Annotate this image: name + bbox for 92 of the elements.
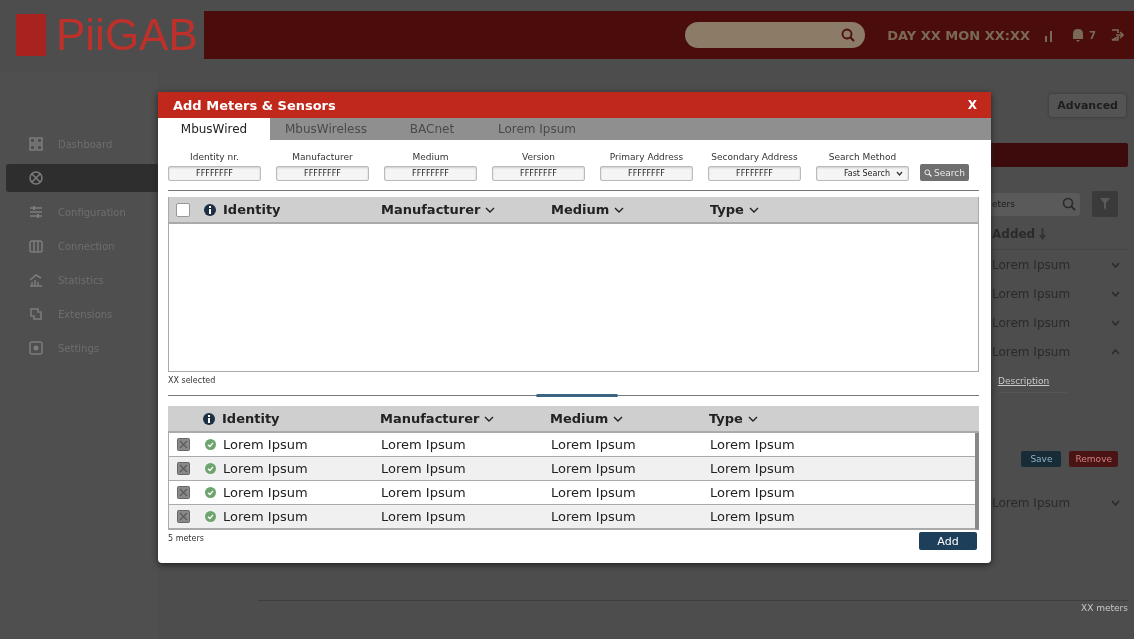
dropdown[interactable]: Fast Search (816, 166, 909, 181)
chevron-down-icon[interactable] (747, 415, 758, 422)
date-time: DAY XX MON XX:XX (887, 27, 1031, 43)
info-icon (203, 412, 215, 425)
chevron-down-icon[interactable] (614, 206, 625, 213)
column-header: Identity (223, 202, 281, 217)
table-cell-text: Lorem Ipsum (710, 461, 796, 476)
search-field[interactable] (685, 22, 866, 48)
field-label: Identity nr. (190, 152, 239, 162)
input-field[interactable]: FFFFFFFF (600, 166, 693, 181)
chevron-down-icon[interactable] (484, 415, 495, 422)
search-icon (841, 28, 856, 42)
logo-mark (16, 14, 46, 56)
funnel-icon (1100, 198, 1110, 210)
table-cell-text: Lorem Ipsum (551, 509, 637, 524)
search-button[interactable]: Search (920, 164, 969, 181)
remove-button[interactable]: Remove (1069, 451, 1118, 467)
field-label: Primary Address (609, 152, 684, 162)
dropdown-value: Fast Search (843, 169, 890, 178)
tab[interactable]: BACnet (382, 118, 482, 140)
logout-icon[interactable] (1110, 28, 1124, 42)
tab[interactable]: MbusWired (158, 118, 270, 140)
checked-box-icon[interactable] (176, 438, 190, 451)
chevron-down-icon[interactable] (485, 206, 496, 213)
input-field[interactable]: FFFFFFFF (168, 166, 261, 181)
column-header[interactable]: Medium (550, 411, 609, 426)
check-circle-icon (204, 511, 216, 522)
logo-text: PiiGAB (56, 13, 198, 57)
table-cell-text: Lorem Ipsum (710, 485, 796, 500)
table-cell-text: Lorem Ipsum (223, 509, 309, 524)
resize-handle[interactable] (536, 394, 618, 397)
dialog-title: Add Meters & Sensors (173, 97, 336, 113)
field-label: Manufacturer (292, 152, 353, 162)
table-cell-text: Lorem Ipsum (551, 461, 637, 476)
input-field[interactable]: FFFFFFFF (492, 166, 585, 181)
meter-count: 5 meters (168, 533, 204, 543)
table-cell-text: Lorem Ipsum (551, 437, 637, 452)
check-circle-icon (204, 439, 216, 450)
chevron-down-icon (896, 171, 903, 176)
checkbox[interactable] (176, 202, 190, 217)
columns-icon (28, 238, 44, 254)
chart-icon (28, 272, 44, 288)
column-header[interactable]: Manufacturer (381, 202, 481, 217)
table-cell-text: Lorem Ipsum (381, 509, 467, 524)
info-icon (204, 203, 216, 216)
table-cell-text: Lorem Ipsum (710, 509, 796, 524)
check-circle-icon (204, 463, 216, 474)
input-field[interactable]: FFFFFFFF (276, 166, 369, 181)
search-placeholder: eters (992, 199, 1015, 209)
checked-box-icon[interactable] (176, 486, 190, 499)
column-header[interactable]: Manufacturer (380, 411, 480, 426)
selection-count: XX selected (168, 375, 217, 385)
input-field[interactable]: FFFFFFFF (384, 166, 477, 181)
table-cell-text: Lorem Ipsum (381, 485, 467, 500)
sidebar-item[interactable] (6, 164, 158, 192)
input-field[interactable]: FFFFFFFF (708, 166, 801, 181)
table-cell-text: Lorem Ipsum (223, 485, 309, 500)
sliders-icon (28, 204, 44, 220)
table-cell-text: Lorem Ipsum (381, 437, 467, 452)
table-cell-text: Lorem Ipsum (223, 437, 309, 452)
circle-cross-icon (28, 170, 44, 186)
close-button[interactable]: X (967, 98, 977, 112)
search-icon (1062, 197, 1076, 211)
check-circle-icon (204, 487, 216, 498)
save-button[interactable]: Save (1021, 451, 1062, 467)
tab[interactable]: MbusWireless (270, 118, 382, 140)
checked-box-icon[interactable] (176, 510, 190, 523)
column-header[interactable]: Medium (551, 202, 610, 217)
field-label: Version (521, 152, 556, 162)
chevron-down-icon[interactable] (748, 206, 759, 213)
description-link[interactable]: Description (998, 376, 1068, 393)
search-icon (924, 168, 932, 177)
field-label: Search Method (828, 152, 897, 162)
checked-box-icon[interactable] (176, 462, 190, 475)
column-header: Identity (222, 411, 280, 426)
field-label: Secondary Address (711, 152, 798, 162)
grid-icon (28, 136, 44, 152)
puzzle-icon (28, 306, 44, 322)
gear-icon (28, 340, 44, 356)
column-header[interactable]: Type (709, 411, 743, 426)
meter-count: XX meters (1081, 603, 1128, 613)
table-cell-text: Lorem Ipsum (223, 461, 309, 476)
chevron-down-icon[interactable] (613, 415, 624, 422)
add-button[interactable]: Add (919, 532, 977, 550)
column-header[interactable]: Type (710, 202, 744, 217)
table-cell-text: Lorem Ipsum (551, 485, 637, 500)
notification-count: 7 (1089, 29, 1096, 41)
sort-arrow-icon (1039, 228, 1047, 240)
field-label: Medium (412, 152, 449, 162)
table-cell-text: Lorem Ipsum (710, 437, 796, 452)
tab[interactable]: Lorem Ipsum (482, 118, 592, 140)
table-cell-text: Lorem Ipsum (381, 461, 467, 476)
